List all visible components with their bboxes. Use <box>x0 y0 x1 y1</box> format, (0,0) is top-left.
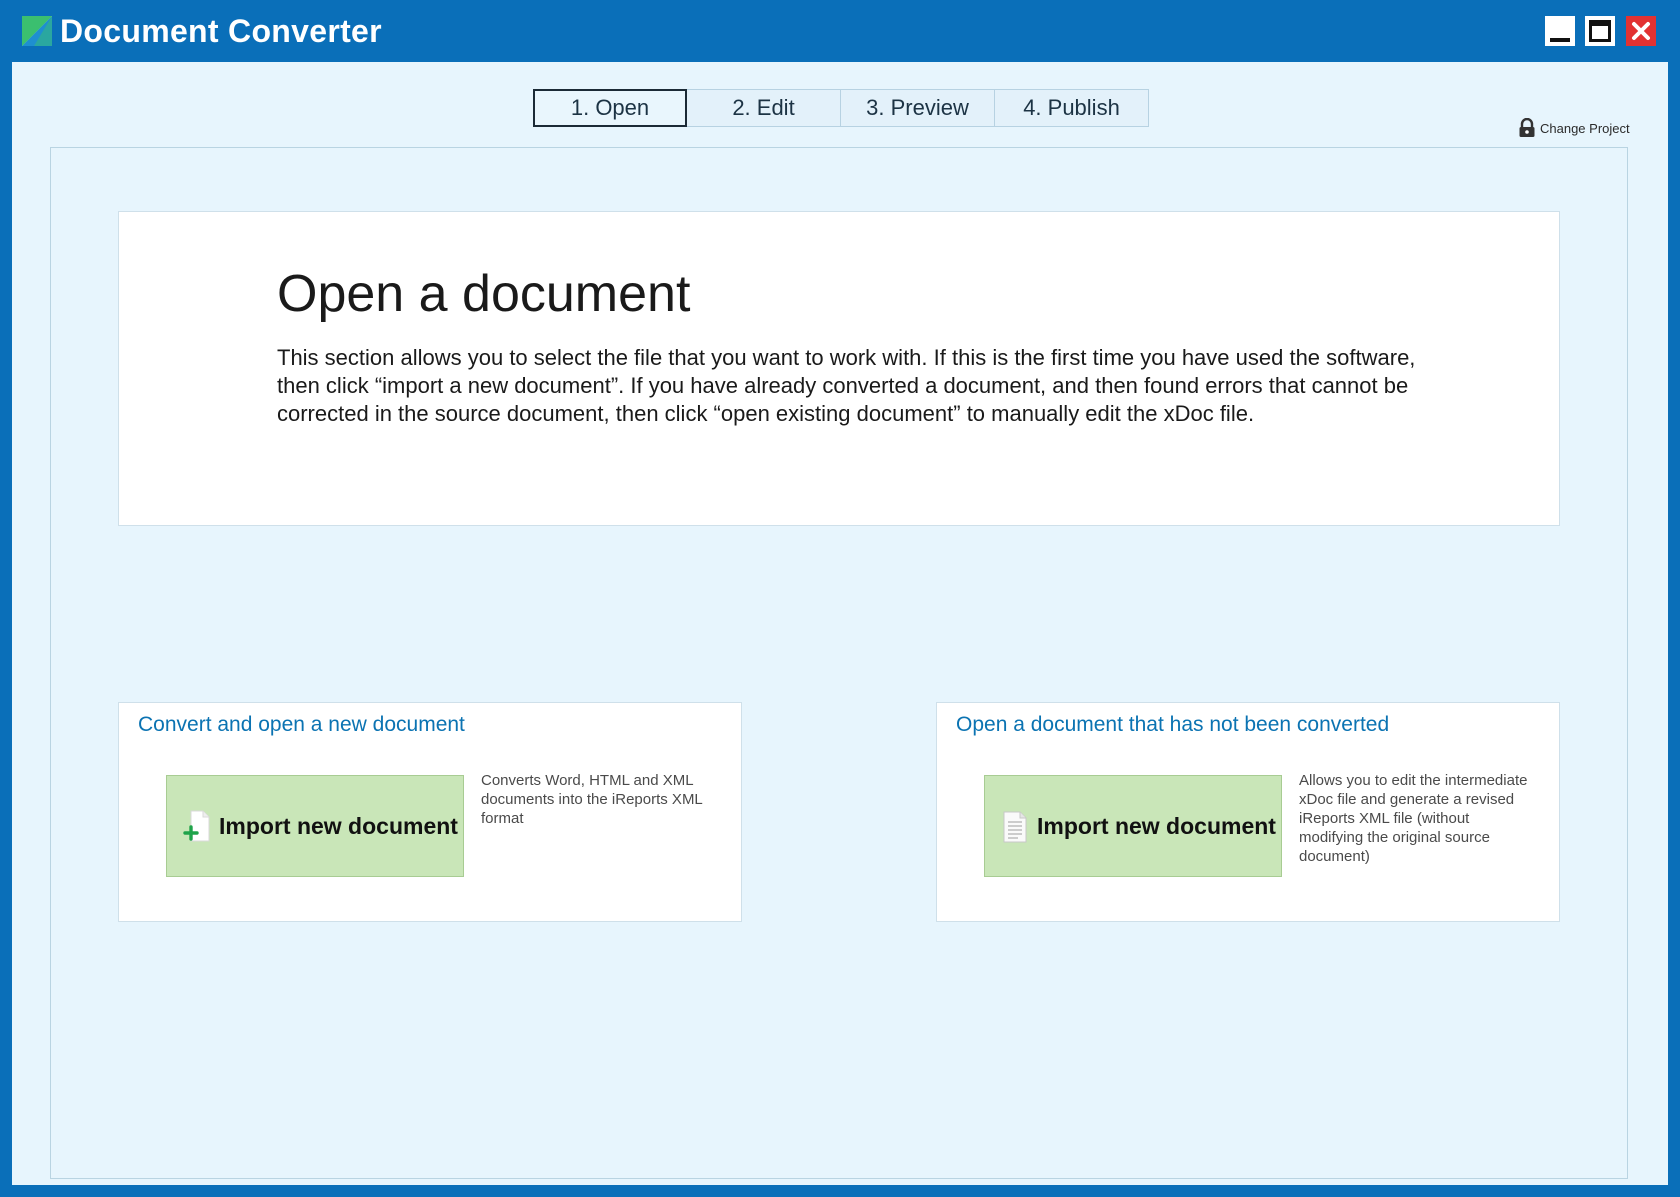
close-button[interactable] <box>1626 16 1656 46</box>
minimize-button[interactable] <box>1545 16 1575 46</box>
open-existing-card-description: Allows you to edit the intermediate xDoc… <box>1299 772 1528 865</box>
import-button-label: Import new document <box>219 812 458 839</box>
change-project-label: Change Project <box>1540 120 1630 136</box>
tab-open[interactable]: 1. Open <box>533 89 687 127</box>
convert-card-title: Convert and open a new document <box>138 713 465 736</box>
open-existing-card-title: Open a document that has not been conver… <box>956 713 1390 736</box>
open-existing-button-label: Import new document <box>1037 812 1276 839</box>
lock-icon <box>1519 118 1535 137</box>
app-window: Document Converter 1. Open 2. Edit 3. Pr… <box>0 0 1680 1197</box>
change-project-link[interactable]: Change Project <box>1518 117 1630 139</box>
document-plus-icon <box>183 810 210 842</box>
window-title: Document Converter <box>60 13 382 49</box>
tab-publish[interactable]: 4. Publish <box>995 89 1149 127</box>
main-panel: Open a document This section allows you … <box>50 147 1628 1179</box>
tab-edit[interactable]: 2. Edit <box>687 89 841 127</box>
close-icon <box>1632 22 1650 40</box>
import-new-document-button[interactable]: Import new document <box>166 775 464 877</box>
open-existing-card: Open a document that has not been conver… <box>936 702 1560 922</box>
maximize-button[interactable] <box>1585 16 1615 46</box>
client-area: 1. Open 2. Edit 3. Preview 4. Publish Ch… <box>12 62 1668 1185</box>
document-icon <box>1003 811 1027 843</box>
step-tabs: 1. Open 2. Edit 3. Preview 4. Publish <box>533 89 1149 127</box>
convert-card: Convert and open a new document Import n… <box>118 702 742 922</box>
title-bar[interactable]: Document Converter <box>0 0 1680 62</box>
app-logo-icon <box>22 16 52 46</box>
convert-card-description: Converts Word, HTML and XML documents in… <box>481 772 703 827</box>
intro-card: Open a document This section allows you … <box>118 211 1560 526</box>
page-title: Open a document <box>277 265 691 323</box>
tab-preview[interactable]: 3. Preview <box>841 89 995 127</box>
intro-description: This section allows you to select the fi… <box>277 345 1416 426</box>
open-existing-document-button[interactable]: Import new document <box>984 775 1282 877</box>
